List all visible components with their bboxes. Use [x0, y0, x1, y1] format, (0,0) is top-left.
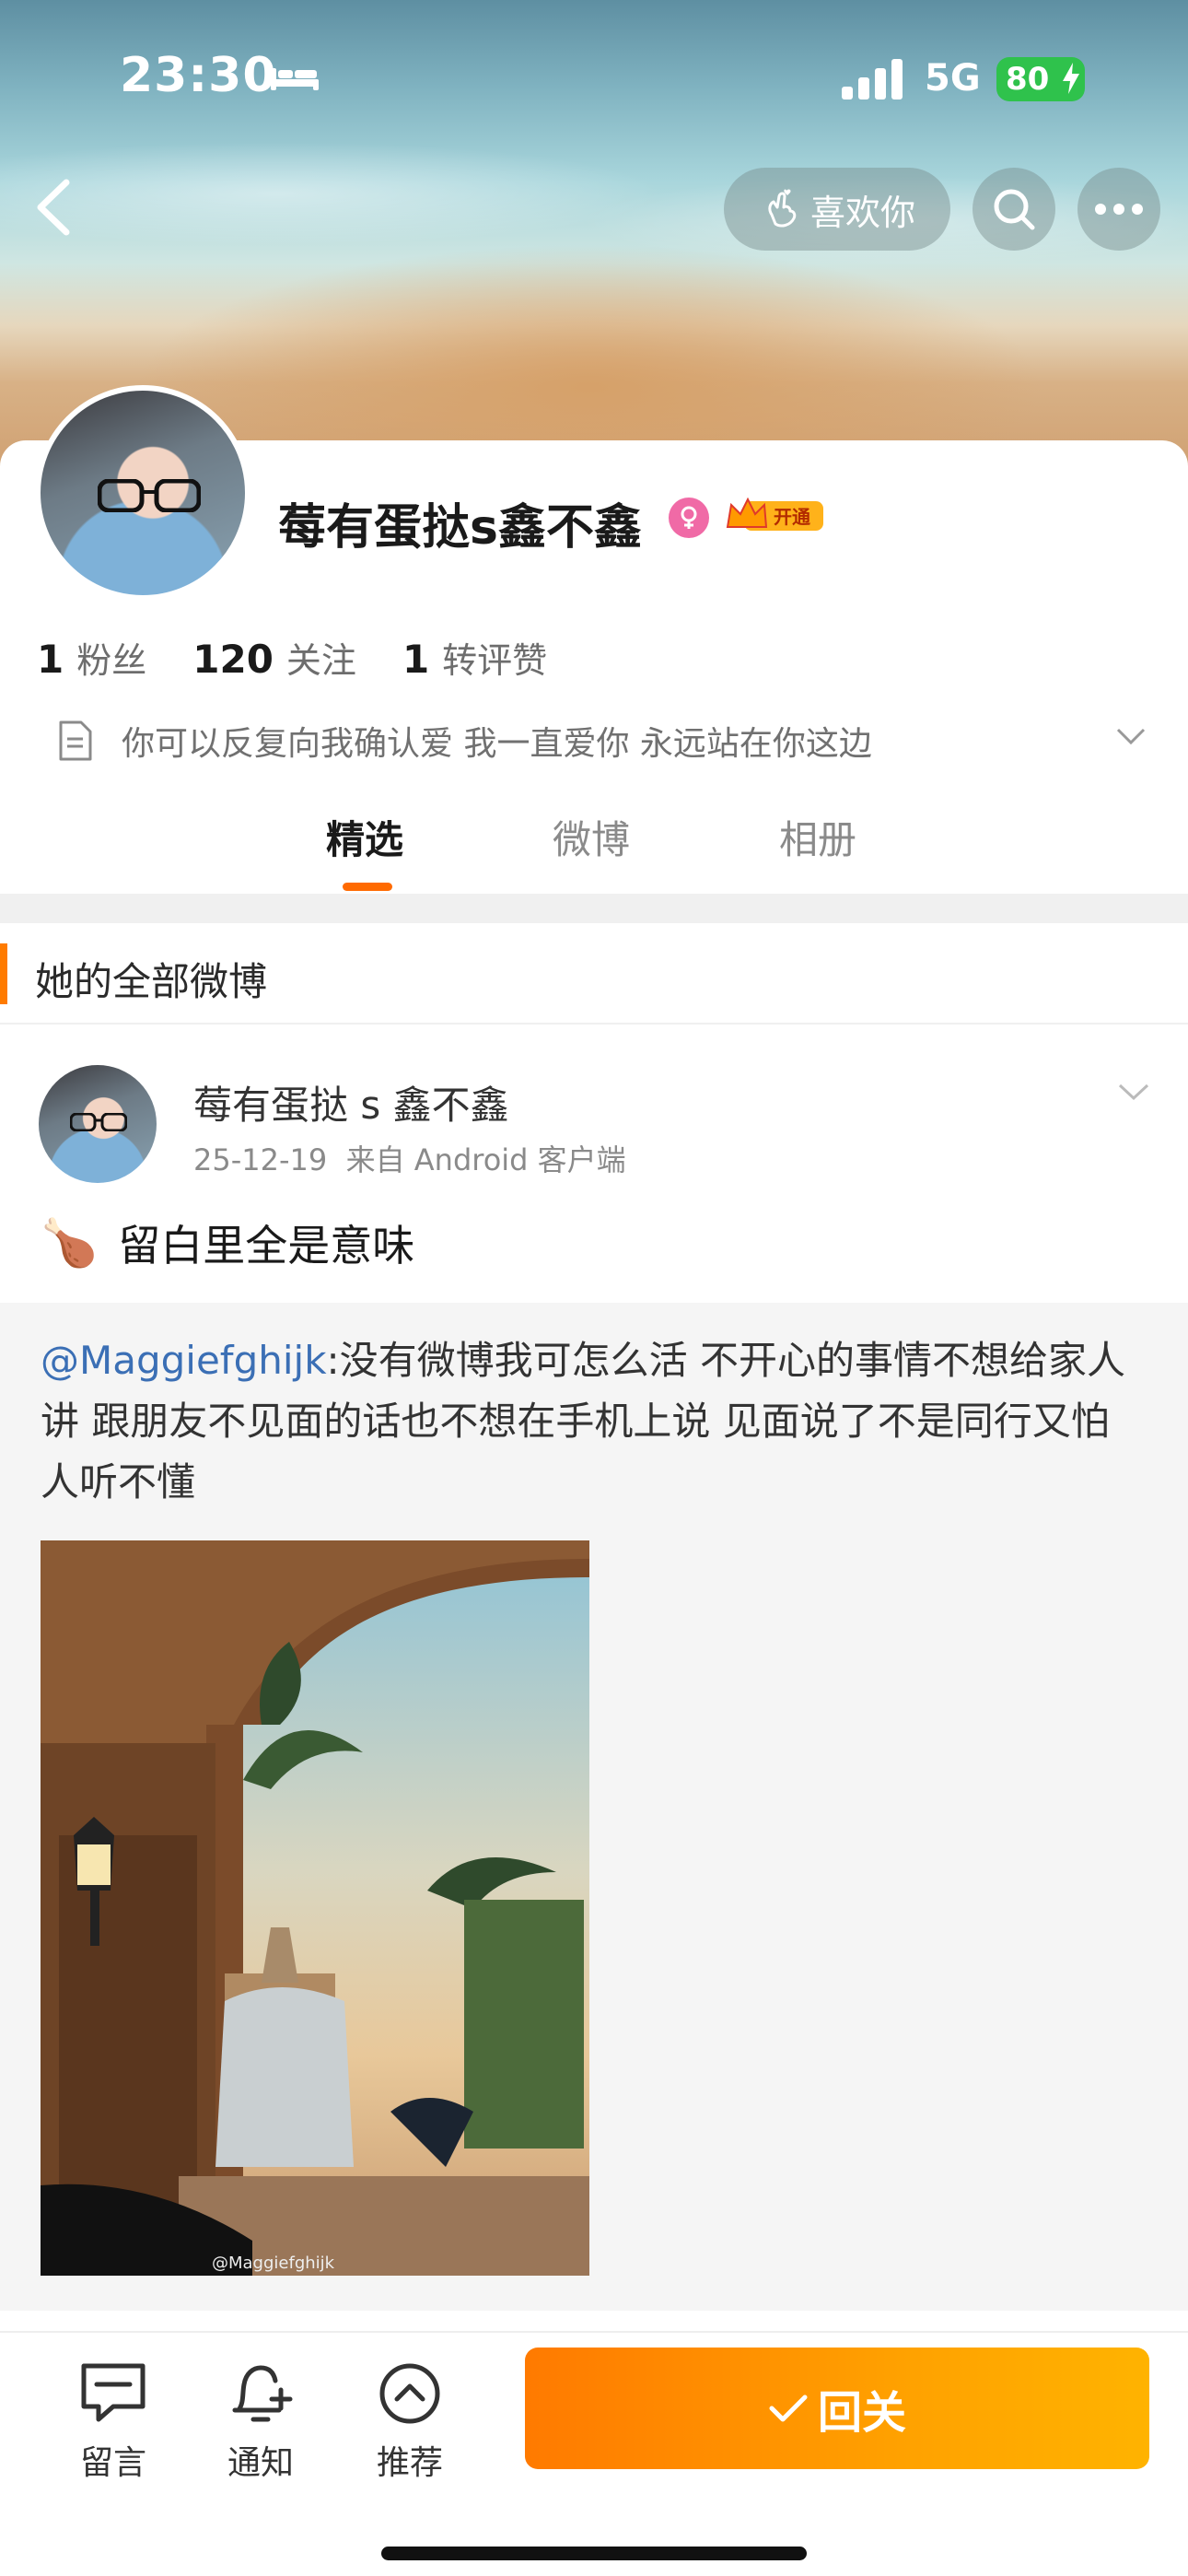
post-date: 25-12-19 [193, 1142, 328, 1177]
avatar-glasses [98, 479, 201, 512]
vip-label: 开通 [774, 506, 810, 528]
profile-stats: 1 粉丝 120 关注 1 转评赞 [37, 632, 593, 683]
avatar-glasses [70, 1113, 127, 1131]
following-label: 关注 [285, 640, 356, 681]
interactions-count: 1 [402, 637, 430, 682]
vip-open-badge[interactable]: 开通 [724, 494, 825, 536]
repost-image[interactable] [41, 1540, 589, 2276]
chevron-down-icon[interactable] [1114, 722, 1147, 750]
message-label: 留言 [79, 2444, 146, 2482]
post-meta: 25-12-19 来自 Android 客户端 [193, 1137, 626, 1179]
tab-featured[interactable]: 精选 [326, 809, 403, 865]
document-icon [59, 720, 92, 761]
message-icon [81, 2363, 146, 2422]
battery-level: 80 [1006, 61, 1050, 98]
post-source: 来自 Android 客户端 [345, 1142, 626, 1177]
finger-heart-icon [768, 189, 797, 228]
post-body: 留白里全是意味 [118, 1221, 415, 1270]
bottom-action-bar: 留言 通知 推荐 回关 [0, 2331, 1188, 2576]
notify-button[interactable]: 通知 [210, 2357, 311, 2484]
back-arrow-icon[interactable] [26, 175, 81, 240]
repost-card[interactable]: @Maggiefghijk:没有微博我可怎么活 不开心的事情不想给家人讲 跟朋友… [0, 1303, 1188, 2311]
tab-album[interactable]: 相册 [779, 809, 856, 865]
bio-text: 你可以反复向我确认爱 我一直爱你 永远站在你这边 [122, 725, 872, 763]
status-bar: 23:30 5G 80 [0, 0, 1188, 161]
post-menu-chevron-icon[interactable] [1116, 1078, 1151, 1106]
more-button[interactable] [1077, 168, 1160, 251]
female-icon [669, 498, 709, 538]
tab-weibo[interactable]: 微博 [553, 809, 630, 865]
section-title: 她的全部微博 [35, 959, 268, 1004]
sleep-mode-icon [271, 68, 319, 90]
avatar[interactable] [35, 385, 250, 601]
section-divider [0, 894, 1188, 923]
search-button[interactable] [973, 168, 1055, 251]
image-watermark: @Maggiefghijk [212, 2254, 335, 2273]
post-author-name[interactable]: 莓有蛋挞 s 鑫不鑫 [193, 1074, 509, 1130]
post-text: 🍗 留白里全是意味 [41, 1212, 414, 1273]
section-accent-bar [0, 943, 7, 1004]
network-type: 5G [925, 57, 981, 100]
chevron-up-circle-icon [379, 2363, 440, 2424]
like-you-button[interactable]: 喜欢你 [724, 168, 950, 251]
charging-icon [1063, 63, 1079, 94]
status-time: 23:30 [120, 48, 277, 103]
profile-name: 莓有蛋挞s鑫不鑫 [278, 500, 642, 556]
followers-stat[interactable]: 1 粉丝 [37, 632, 146, 683]
drumstick-emoji: 🍗 [41, 1215, 99, 1270]
repost-text: @Maggiefghijk:没有微博我可怎么活 不开心的事情不想给家人讲 跟朋友… [41, 1330, 1146, 1513]
recommend-button[interactable]: 推荐 [359, 2357, 460, 2484]
bio[interactable]: 你可以反复向我确认爱 我一直爱你 永远站在你这边 [57, 717, 872, 765]
profile-page: 23:30 5G 80 喜欢你 莓有蛋挞s鑫不鑫 开通 1 粉丝 120 关注 … [0, 0, 1188, 2576]
search-icon [994, 189, 1035, 230]
followers-label: 粉丝 [76, 640, 147, 681]
interactions-label: 转评赞 [442, 640, 548, 681]
more-dots-icon [1095, 204, 1143, 215]
following-count: 120 [192, 637, 274, 682]
repost-mention[interactable]: @Maggiefghijk [41, 1338, 327, 1383]
following-stat[interactable]: 120 关注 [192, 632, 356, 683]
profile-tabs: 精选 微博 相册 [0, 800, 1188, 892]
notify-label: 通知 [227, 2444, 294, 2482]
bell-plus-icon [232, 2365, 293, 2422]
post-author-avatar[interactable] [39, 1065, 157, 1183]
home-indicator [381, 2547, 807, 2560]
signal-icon [842, 59, 903, 100]
fountain-photo [41, 1540, 589, 2276]
section-header: 她的全部微博 [0, 923, 1188, 1025]
interactions-stat[interactable]: 1 转评赞 [402, 632, 547, 683]
check-icon [769, 2395, 808, 2422]
follow-back-button[interactable]: 回关 [525, 2348, 1149, 2469]
followers-count: 1 [37, 637, 64, 682]
message-button[interactable]: 留言 [63, 2357, 164, 2484]
follow-back-label: 回关 [817, 2387, 906, 2439]
active-tab-indicator [343, 883, 392, 891]
recommend-label: 推荐 [376, 2444, 443, 2482]
battery-indicator: 80 [996, 57, 1085, 101]
like-you-label: 喜欢你 [809, 192, 915, 233]
